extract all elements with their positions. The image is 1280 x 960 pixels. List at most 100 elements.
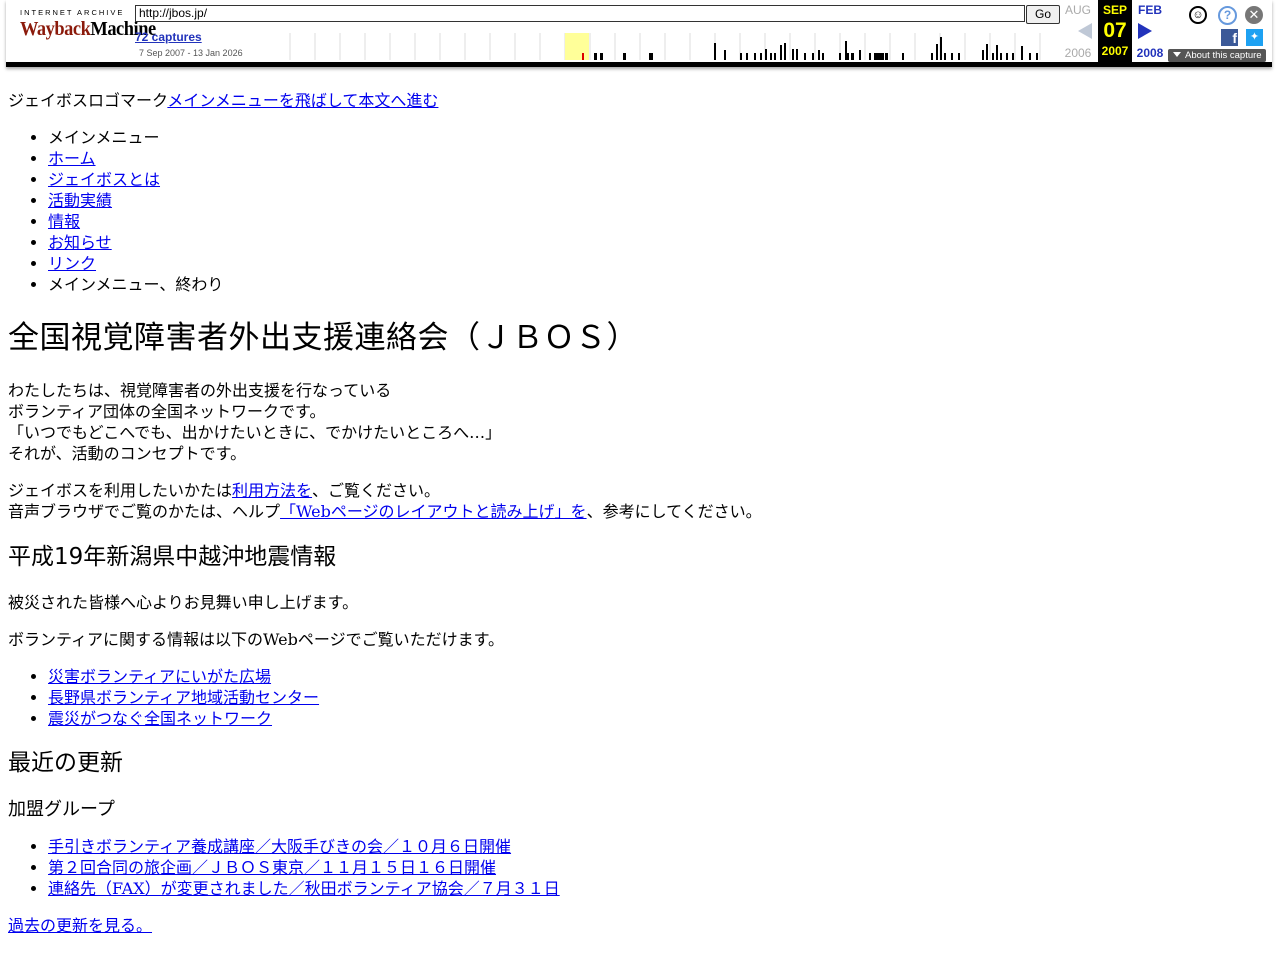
update-link[interactable]: 連絡先（FAX）が変更されました／秋田ボランティア協会／７月３１日 xyxy=(48,879,560,898)
sparkline-capture-bar xyxy=(1006,53,1008,60)
sparkline-capture-bar xyxy=(951,53,953,60)
sparkline-capture-bar xyxy=(746,53,748,60)
list-item: 震災がつなぐ全国ネットワーク xyxy=(48,708,1268,729)
update-link[interactable]: 手引きボランティア養成講座／大阪手びきの会／１０月６日開催 xyxy=(48,837,511,856)
menu-link-about[interactable]: ジェイボスとは xyxy=(48,170,160,189)
current-capture-day: 07 xyxy=(1103,19,1127,42)
quake-link-nagano[interactable]: 長野県ボランティア地域活動センター xyxy=(48,688,319,707)
sparkline-capture-bar xyxy=(780,45,782,60)
sparkline-capture-bar xyxy=(847,53,849,60)
wayback-url-input[interactable]: http://jbos.jp/ xyxy=(135,5,1025,22)
usage-paragraph: ジェイボスを利用したいかたは利用方法を、ご覧ください。 音声ブラウザでご覧のかた… xyxy=(8,480,1268,522)
sparkline-capture-bar xyxy=(1000,53,1002,60)
menu-item-home: ホーム xyxy=(48,148,1268,169)
next-capture-arrow-icon[interactable] xyxy=(1138,23,1152,39)
prev-capture-arrow-icon[interactable] xyxy=(1078,23,1092,39)
quake-link-network[interactable]: 震災がつなぐ全国ネットワーク xyxy=(48,709,272,728)
menu-item-about: ジェイボスとは xyxy=(48,169,1268,190)
sparkline-capture-bar xyxy=(996,45,998,60)
sparkline-capture-bar xyxy=(623,53,626,60)
wayback-prev-year[interactable]: 2006 xyxy=(1060,46,1096,60)
updates-list: 手引きボランティア養成講座／大阪手びきの会／１０月６日開催 第２回合同の旅企画／… xyxy=(8,836,1268,899)
wayback-next-year[interactable]: 2008 xyxy=(1132,46,1168,60)
member-group-heading: 加盟グループ xyxy=(8,799,115,820)
sparkline-capture-bar xyxy=(740,53,742,60)
quake-link-niigata[interactable]: 災害ボランティアにいがた広場 xyxy=(48,667,271,686)
sparkline-capture-bar xyxy=(845,41,847,60)
sparkline-capture-bar xyxy=(754,53,756,60)
menu-link-news[interactable]: お知らせ xyxy=(48,233,112,252)
sparkline-capture-bar xyxy=(931,53,933,60)
usage-text: ジェイボスを利用したいかたは xyxy=(8,481,233,500)
sparkline-capture-bar xyxy=(804,53,806,60)
intro-line: ボランティア団体の全国ネットワークです。 xyxy=(8,402,326,421)
facebook-share-icon[interactable]: f xyxy=(1221,29,1238,46)
sparkline-capture-bar xyxy=(1036,53,1038,60)
archived-page: ジェイボスロゴマークメインメニューを飛ばして本文へ進む メインメニュー ホーム … xyxy=(8,90,1268,936)
wayback-captures-link[interactable]: 72 captures xyxy=(135,30,202,44)
sparkline-capture-bar xyxy=(792,49,794,60)
wayback-prev-month[interactable]: AUG xyxy=(1060,3,1096,17)
list-item: 災害ボランティアにいがた広場 xyxy=(48,666,1268,687)
skip-to-content-link[interactable]: メインメニューを飛ばして本文へ進む xyxy=(167,91,438,110)
close-toolbar-icon[interactable]: ✕ xyxy=(1245,6,1263,24)
sparkline-capture-bar xyxy=(812,53,814,60)
sparkline-capture-bar xyxy=(851,53,854,60)
wayback-capture-sparkline[interactable] xyxy=(284,33,1060,60)
sparkline-capture-bar xyxy=(774,53,776,60)
sparkline-capture-bar xyxy=(958,53,960,60)
sparkline-capture-bar xyxy=(940,37,942,60)
help-icon[interactable]: ? xyxy=(1218,6,1237,25)
wayback-logo[interactable]: INTERNET ARCHIVE WaybackMachine xyxy=(20,8,156,52)
help-text: 音声ブラウザでご覧のかたは、ヘルプ xyxy=(8,502,281,521)
main-menu: メインメニュー ホーム ジェイボスとは 活動実績 情報 お知らせ リンク メイン… xyxy=(8,127,1268,295)
menu-item-info: 情報 xyxy=(48,211,1268,232)
sparkline-capture-bar xyxy=(944,53,946,60)
sparkline-capture-bar xyxy=(822,53,824,60)
quake-info: ボランティアに関する情報は以下のWebページでご覧いただけます。 xyxy=(8,630,504,649)
usage-link[interactable]: 利用方法を xyxy=(232,481,312,500)
sparkline-capture-bar xyxy=(1012,53,1014,60)
sparkline-capture-bar xyxy=(869,53,871,60)
update-link[interactable]: 第２回合同の旅企画／ＪＢＯＳ東京／１１月１５日１６日開催 xyxy=(48,858,496,877)
menu-end-label: メインメニュー、終わり xyxy=(48,275,224,294)
list-item: 連絡先（FAX）が変更されました／秋田ボランティア協会／７月３１日 xyxy=(48,878,1268,899)
intro-line: わたしたちは、視覚障害者の外出支援を行なっている xyxy=(8,381,392,400)
site-header: ジェイボスロゴマークメインメニューを飛ばして本文へ進む xyxy=(8,90,1268,111)
sparkline-current-year-highlight xyxy=(565,33,589,60)
menu-link-info[interactable]: 情報 xyxy=(48,212,80,231)
sparkline-capture-bar xyxy=(649,53,653,60)
sparkline-capture-bar xyxy=(859,50,861,60)
menu-start-label: メインメニュー xyxy=(48,128,160,147)
menu-item-news: お知らせ xyxy=(48,232,1268,253)
wayback-next-month[interactable]: FEB xyxy=(1132,3,1168,17)
quake-sympathy: 被災された皆様へ心よりお見舞い申し上げます。 xyxy=(8,593,359,612)
list-item: 長野県ボランティア地域活動センター xyxy=(48,687,1268,708)
wayback-current-capture: SEP 07 2007 xyxy=(1098,0,1132,62)
about-capture-button[interactable]: About this capture xyxy=(1168,49,1266,62)
wayback-go-button[interactable]: Go xyxy=(1026,5,1060,24)
sparkline-capture-bar xyxy=(936,44,938,60)
wayback-logo-top: INTERNET ARCHIVE xyxy=(20,8,125,17)
twitter-share-icon[interactable]: ✦ xyxy=(1246,29,1263,46)
menu-link-activities[interactable]: 活動実績 xyxy=(48,191,112,210)
help-layout-link[interactable]: 「Webページのレイアウトと読み上げ」を xyxy=(280,502,587,521)
sparkline-capture-bar xyxy=(594,53,597,60)
main-menu-start-marker: メインメニュー xyxy=(48,127,1268,148)
page-title: 全国視覚障害者外出支援連絡会（ＪＢＯＳ） xyxy=(8,320,638,356)
current-capture-year: 2007 xyxy=(1101,44,1129,58)
wayback-logo-text: WaybackMachine xyxy=(20,18,156,40)
sparkline-capture-bar xyxy=(784,43,786,60)
sparkline-capture-bars xyxy=(582,37,1038,60)
past-updates-link[interactable]: 過去の更新を見る。 xyxy=(8,916,152,935)
sparkline-capture-bar xyxy=(724,50,726,60)
wayback-toolbar: INTERNET ARCHIVE WaybackMachine http://j… xyxy=(6,0,1272,67)
menu-link-home[interactable]: ホーム xyxy=(48,149,96,168)
sparkline-capture-bar xyxy=(1029,53,1031,60)
sparkline-capture-bar xyxy=(600,53,603,60)
sparkline-capture-bar xyxy=(986,44,988,60)
menu-link-links[interactable]: リンク xyxy=(48,254,96,273)
sparkline-capture-bar xyxy=(982,50,984,60)
user-account-icon[interactable]: ☺ xyxy=(1189,6,1207,24)
quake-links-list: 災害ボランティアにいがた広場 長野県ボランティア地域活動センター 震災がつなぐ全… xyxy=(8,666,1268,729)
